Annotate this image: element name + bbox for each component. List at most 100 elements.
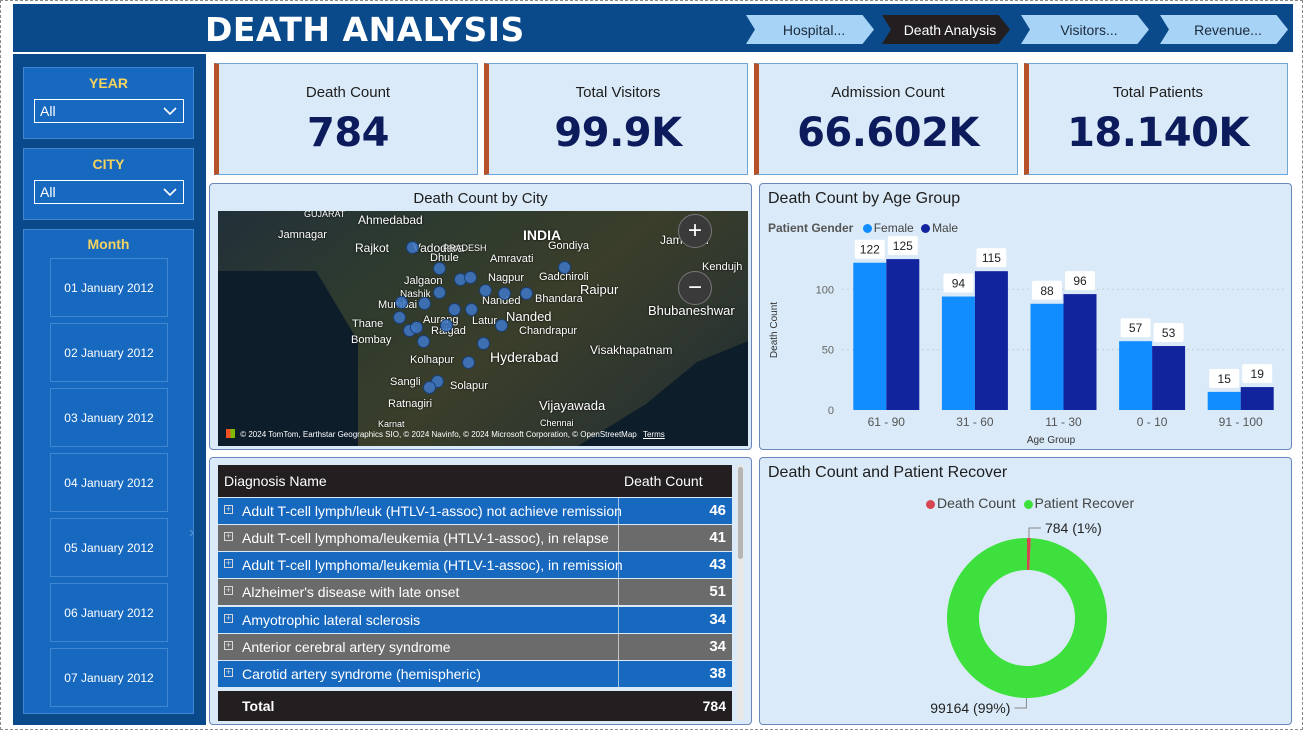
map-label: Thane xyxy=(352,318,384,330)
table-total-row: Total 784 xyxy=(218,691,732,721)
month-item[interactable]: 03 January 2012 xyxy=(50,388,168,447)
table-row[interactable]: + Anterior cerebral artery syndrome 34 xyxy=(218,634,732,660)
month-item[interactable]: 07 January 2012 xyxy=(50,648,168,707)
map-bubble[interactable] xyxy=(465,303,478,316)
tab-hospital[interactable]: Hospital... xyxy=(746,15,874,44)
total-value: 784 xyxy=(702,698,726,714)
map-attribution: © 2024 TomTom, Earthstar Geographics SIO… xyxy=(226,429,665,439)
kpi-label: Death Count xyxy=(305,84,391,101)
table-row[interactable]: + Adult T-cell lymph/leuk (HTLV-1-assoc)… xyxy=(218,498,732,524)
row-diagnosis-name: Adult T-cell lymphoma/leukemia (HTLV-1-a… xyxy=(242,530,609,546)
map-bubble[interactable] xyxy=(462,356,475,369)
expand-icon[interactable]: + xyxy=(224,614,233,623)
map-label: Bombay xyxy=(351,334,392,346)
expand-icon[interactable]: + xyxy=(224,668,233,677)
table-row[interactable]: + Amyotrophic lateral sclerosis 34 xyxy=(218,607,732,633)
map-bubble[interactable] xyxy=(410,321,423,334)
column-divider xyxy=(618,552,619,578)
month-item-label: 07 January 2012 xyxy=(64,670,154,685)
column-divider xyxy=(618,525,619,551)
zoom-in-button[interactable]: + xyxy=(678,214,712,248)
tab-revenue[interactable]: Revenue... xyxy=(1160,15,1288,44)
column-header-diagnosis[interactable]: Diagnosis Name xyxy=(224,473,327,489)
column-divider xyxy=(618,498,619,524)
map-view[interactable]: GUJARAT Ahmedabad Jamnagar Rajkot Vadoda… xyxy=(218,211,748,446)
diagnosis-table-panel: Diagnosis Name Death Count + Adult T-cel… xyxy=(209,457,752,725)
column-divider xyxy=(618,607,619,633)
map-bubble[interactable] xyxy=(440,319,453,332)
zoom-out-icon: − xyxy=(687,274,702,301)
expand-icon[interactable]: + xyxy=(224,641,233,650)
map-bubble[interactable] xyxy=(417,335,430,348)
recovery-donut-panel: Death Count and Patient Recover Death Co… xyxy=(759,457,1292,725)
table-row[interactable]: + Adult T-cell lymphoma/leukemia (HTLV-1… xyxy=(218,552,732,578)
bar-female xyxy=(941,296,975,410)
map-bubble[interactable] xyxy=(464,271,477,284)
month-item[interactable]: 04 January 2012 xyxy=(50,453,168,512)
table-row[interactable]: + Alzheimer's disease with late onset 51 xyxy=(218,579,732,605)
expand-icon[interactable]: + xyxy=(224,532,233,541)
month-item-label: 05 January 2012 xyxy=(64,540,154,555)
row-diagnosis-name: Anterior cerebral artery syndrome xyxy=(242,639,451,655)
map-bubble[interactable] xyxy=(477,337,490,350)
data-label: 57 xyxy=(1129,321,1143,335)
report-canvas: DEATH ANALYSIS Hospital... Death Analysi… xyxy=(0,0,1303,730)
expand-icon[interactable]: + xyxy=(224,559,233,568)
filter-panel: YEAR All CITY All Month 01 January 2012 … xyxy=(13,54,206,725)
month-item[interactable]: 05 January 2012 xyxy=(50,518,168,577)
city-dropdown[interactable]: All xyxy=(34,180,184,204)
scrollbar-thumb[interactable] xyxy=(738,467,743,559)
row-death-count: 34 xyxy=(709,611,726,628)
tab-death-analysis[interactable]: Death Analysis xyxy=(882,15,1010,44)
slice-data-label: 99164 (99%) xyxy=(930,700,1010,716)
column-divider xyxy=(618,579,619,605)
month-item[interactable]: 02 January 2012 xyxy=(50,323,168,382)
month-item[interactable]: 06 January 2012 xyxy=(50,583,168,642)
age-group-chart-panel: Death Count by Age Group Patient Gender … xyxy=(759,183,1292,450)
map-bubble[interactable] xyxy=(520,287,533,300)
chevron-right-icon[interactable]: › xyxy=(189,524,194,542)
bar-male xyxy=(886,259,920,410)
map-label: Jalgaon xyxy=(404,275,443,287)
map-bubble[interactable] xyxy=(433,262,446,275)
map-terms-link[interactable]: Terms xyxy=(643,430,665,439)
table-scrollbar[interactable] xyxy=(737,465,744,720)
bar-male xyxy=(1152,346,1186,410)
row-death-count: 43 xyxy=(709,556,726,573)
year-dropdown[interactable]: All xyxy=(34,99,184,123)
map-bubble[interactable] xyxy=(498,287,511,300)
month-item-label: 01 January 2012 xyxy=(64,280,154,295)
row-death-count: 34 xyxy=(709,638,726,655)
map-title: Death Count by City xyxy=(413,190,548,207)
column-divider xyxy=(618,634,619,660)
column-header-death-count[interactable]: Death Count xyxy=(624,473,703,489)
header-bar: DEATH ANALYSIS Hospital... Death Analysi… xyxy=(13,4,1293,52)
x-tick-label: 11 - 30 xyxy=(1045,415,1082,429)
map-bubble[interactable] xyxy=(395,296,408,309)
map-bubble[interactable] xyxy=(479,284,492,297)
tab-visitors[interactable]: Visitors... xyxy=(1021,15,1149,44)
row-diagnosis-name: Amyotrophic lateral sclerosis xyxy=(242,612,421,628)
map-bubble[interactable] xyxy=(406,241,419,254)
expand-icon[interactable]: + xyxy=(224,586,233,595)
chevron-down-icon xyxy=(163,188,177,197)
y-tick-label: 0 xyxy=(828,405,834,417)
map-sea-west xyxy=(218,271,358,446)
map-bubble[interactable] xyxy=(558,261,571,274)
map-bubble[interactable] xyxy=(495,319,508,332)
zoom-out-button[interactable]: − xyxy=(678,271,712,305)
table-row[interactable]: + Carotid artery syndrome (hemispheric) … xyxy=(218,661,732,687)
map-bubble[interactable] xyxy=(448,303,461,316)
month-item[interactable]: 01 January 2012 xyxy=(50,258,168,317)
map-bubble[interactable] xyxy=(418,297,431,310)
map-bubble[interactable] xyxy=(423,381,436,394)
map-bubble[interactable] xyxy=(433,286,446,299)
table-row[interactable]: + Adult T-cell lymphoma/leukemia (HTLV-1… xyxy=(218,525,732,551)
data-label: 94 xyxy=(952,277,966,291)
kpi-label: Total Visitors xyxy=(575,84,661,101)
x-tick-label: 31 - 60 xyxy=(956,415,994,429)
map-label: Sangli xyxy=(390,376,421,388)
x-axis-label: Age Group xyxy=(1027,435,1076,446)
map-bubble[interactable] xyxy=(393,311,406,324)
expand-icon[interactable]: + xyxy=(224,505,233,514)
